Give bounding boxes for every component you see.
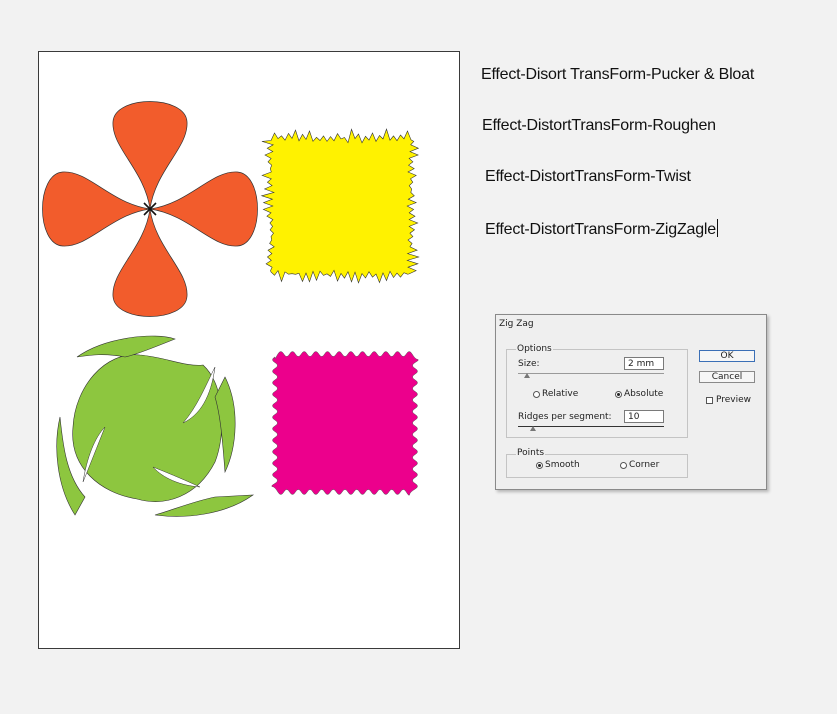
- cancel-button[interactable]: Cancel: [699, 371, 755, 383]
- preview-checkbox-box[interactable]: [706, 396, 713, 404]
- artboard-canvas: [42, 101, 420, 517]
- absolute-radio-label: Absolute: [624, 389, 664, 399]
- caption-roughen: Effect-DistortTransForm-Roughen: [482, 117, 716, 134]
- artboard: [38, 51, 460, 649]
- smooth-radio[interactable]: Smooth: [536, 460, 580, 470]
- ridges-slider-thumb[interactable]: [530, 426, 536, 431]
- petal: [112, 101, 188, 210]
- relative-radio-dot[interactable]: [533, 390, 540, 398]
- pucker-bloat-shape[interactable]: [42, 101, 258, 317]
- dialog-title: Zig Zag: [499, 319, 534, 329]
- size-input[interactable]: 2 mm: [624, 357, 664, 370]
- ridges-label: Ridges per segment:: [518, 412, 612, 422]
- ridges-slider-track[interactable]: [518, 426, 664, 427]
- zigzag-shape[interactable]: [271, 351, 419, 496]
- petal: [42, 171, 151, 247]
- relative-radio[interactable]: Relative: [533, 389, 578, 399]
- caption-pucker-bloat: Effect-Disort TransForm-Pucker & Bloat: [481, 66, 755, 83]
- points-group-label: Points: [516, 448, 546, 458]
- size-slider-track[interactable]: [518, 373, 664, 374]
- size-slider-thumb[interactable]: [524, 373, 530, 378]
- caption-zigzag-text: Effect-DistortTransForm-ZigZagle: [485, 221, 716, 238]
- caption-twist: Effect-DistortTransForm-Twist: [485, 168, 691, 185]
- ridges-input[interactable]: 10: [624, 410, 664, 423]
- zigzag-dialog: Zig Zag Options Size: 2 mm Relative Abso…: [495, 314, 767, 490]
- twist-body: [72, 354, 223, 502]
- absolute-radio-dot[interactable]: [615, 390, 622, 398]
- corner-radio-label: Corner: [629, 460, 660, 470]
- corner-radio[interactable]: Corner: [620, 460, 659, 470]
- size-label: Size:: [518, 359, 540, 369]
- relative-radio-label: Relative: [542, 389, 579, 399]
- ok-button[interactable]: OK: [699, 350, 755, 362]
- caption-zigzag[interactable]: Effect-DistortTransForm-ZigZagle: [485, 219, 718, 239]
- twist-arm: [76, 335, 176, 358]
- twist-shape[interactable]: [56, 335, 255, 517]
- text-cursor: [716, 219, 718, 237]
- petal: [149, 171, 258, 247]
- preview-checkbox-label: Preview: [716, 395, 752, 405]
- smooth-radio-dot[interactable]: [536, 461, 543, 469]
- corner-radio-dot[interactable]: [620, 461, 627, 469]
- options-group-label: Options: [516, 344, 553, 354]
- absolute-radio[interactable]: Absolute: [615, 389, 663, 399]
- preview-checkbox[interactable]: Preview: [706, 395, 751, 405]
- petal: [112, 208, 188, 317]
- smooth-radio-label: Smooth: [545, 460, 580, 470]
- roughen-shape[interactable]: [260, 128, 420, 284]
